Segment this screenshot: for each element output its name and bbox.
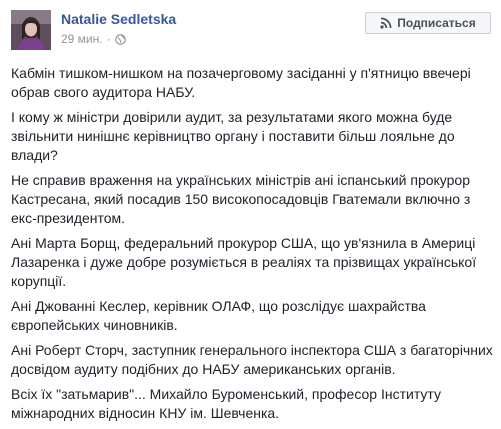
- avatar-photo: [11, 10, 51, 50]
- facebook-post: Natalie Sedletska 29 мин. · Подписаться …: [0, 0, 501, 425]
- post-paragraph: Ані Джованні Кеслер, керівник ОЛАФ, що р…: [11, 298, 426, 333]
- author-avatar[interactable]: [11, 10, 51, 50]
- rss-icon: [380, 17, 392, 29]
- author-name-link[interactable]: Natalie Sedletska: [61, 11, 176, 27]
- meta-separator: ·: [106, 32, 111, 46]
- post-meta: 29 мин. ·: [61, 32, 126, 46]
- follow-button[interactable]: Подписаться: [365, 12, 491, 34]
- post-body: Кабмін тишком-нишком на позачерговому за…: [11, 64, 493, 429]
- post-paragraph: Всіх їх "затьмарив"... Михайло Буроменсь…: [11, 386, 441, 421]
- post-paragraph: Ані Марта Борщ, федеральний прокурор США…: [11, 235, 477, 289]
- post-paragraph: Ані Роберт Сторч, заступник генерального…: [11, 342, 493, 377]
- post-paragraph: Кабмін тишком-нишком на позачерговому за…: [11, 65, 471, 100]
- globe-icon[interactable]: [114, 33, 126, 45]
- post-paragraph: І кому ж міністри довірили аудит, за рез…: [11, 109, 455, 163]
- post-paragraph: Не справив враження на українських мініс…: [11, 172, 471, 226]
- post-timestamp[interactable]: 29 мин.: [61, 32, 103, 46]
- follow-button-label: Подписаться: [397, 16, 476, 30]
